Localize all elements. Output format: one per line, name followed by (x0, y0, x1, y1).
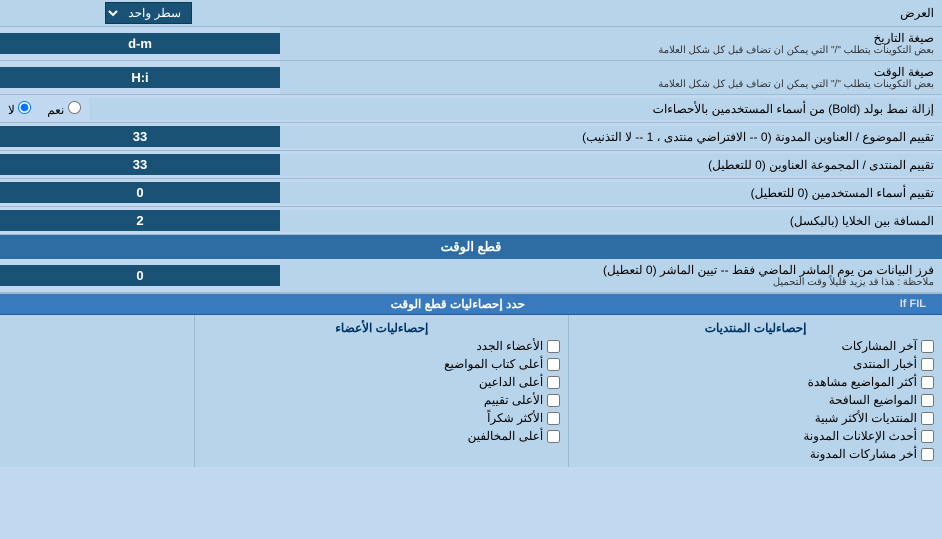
stats-members-check-1[interactable] (547, 358, 560, 371)
bold-remove-options: نعم لا (0, 98, 89, 120)
stats-posts-check-6[interactable] (921, 448, 934, 461)
stats-members-item-4: الأكثر شكراً (203, 409, 560, 427)
stats-members-item-5: أعلى المخالفين (203, 427, 560, 445)
stats-posts-check-5[interactable] (921, 430, 934, 443)
stats-members-label-1: أعلى كتاب المواضيع (444, 357, 543, 371)
bold-yes-label: نعم (47, 101, 80, 117)
stats-members-item-2: أعلى الداعين (203, 373, 560, 391)
realtime-filter-title: فرز البيانات من يوم الماشر الماضي فقط --… (288, 263, 934, 277)
realtime-filter-row: فرز البيانات من يوم الماشر الماضي فقط --… (0, 259, 942, 293)
stats-posts-col: إحصاءليات المنتديات آخر المشاركات أخبار … (569, 315, 942, 467)
realtime-header: قطع الوقت (0, 235, 942, 259)
forum-order-label: تقييم المنتدى / المجموعة العناوين (0 للت… (280, 154, 942, 176)
stats-content: إحصاءليات المنتديات آخر المشاركات أخبار … (0, 315, 942, 467)
stats-members-check-0[interactable] (547, 340, 560, 353)
stats-define-header: If FIL حدد إحصاءليات قطع الوقت (0, 294, 942, 315)
stats-members-label-0: الأعضاء الجدد (476, 339, 543, 353)
time-format-value: H:i (0, 67, 280, 88)
date-format-sublabel: بعض التكوينات يتطلب "/" التي يمكن ان تضا… (288, 45, 934, 56)
stats-members-item-1: أعلى كتاب المواضيع (203, 355, 560, 373)
stats-posts-label-3: المواضيع السافحة (829, 393, 917, 407)
cell-space-row: المسافة بين الخلايا (بالبكسل) 2 (0, 207, 942, 235)
stats-posts-check-4[interactable] (921, 412, 934, 425)
forum-order-row: تقييم المنتدى / المجموعة العناوين (0 للت… (0, 151, 942, 179)
topic-order-value: 33 (0, 126, 280, 147)
stats-posts-item-1: أخبار المنتدى (577, 355, 934, 373)
stats-posts-item-6: أخر مشاركات المدونة (577, 445, 934, 463)
stats-posts-item-3: المواضيع السافحة (577, 391, 934, 409)
stats-posts-item-2: أكثر المواضيع مشاهدة (577, 373, 934, 391)
stats-members-check-4[interactable] (547, 412, 560, 425)
bold-remove-row: إزالة نمط بولد (Bold) من أسماء المستخدمي… (0, 95, 942, 123)
stats-members-label-3: الأعلى تقييم (484, 393, 543, 407)
bold-remove-label: إزالة نمط بولد (Bold) من أسماء المستخدمي… (89, 98, 942, 120)
bold-yes-radio[interactable] (68, 101, 81, 114)
view-select[interactable]: سطر واحد (105, 2, 192, 24)
date-format-label: صيغة التاريخ بعض التكوينات يتطلب "/" الت… (280, 27, 942, 60)
stats-posts-check-3[interactable] (921, 394, 934, 407)
cell-space-label: المسافة بين الخلايا (بالبكسل) (280, 210, 942, 232)
bold-no-label: لا (8, 101, 31, 117)
stats-define-left: If FIL (900, 298, 926, 310)
stats-members-check-3[interactable] (547, 394, 560, 407)
stats-section: If FIL حدد إحصاءليات قطع الوقت إحصاءليات… (0, 293, 942, 467)
cell-space-value: 2 (0, 210, 280, 231)
topic-order-label: تقييم الموضوع / العناوين المدونة (0 -- ا… (280, 126, 942, 148)
forum-order-value: 33 (0, 154, 280, 175)
realtime-filter-value: 0 (0, 265, 280, 286)
users-order-label: تقييم أسماء المستخدمين (0 للتعطيل) (280, 182, 942, 204)
stats-members-label-5: أعلى المخالفين (468, 429, 544, 443)
stats-posts-check-2[interactable] (921, 376, 934, 389)
stats-members-header: إحصاءليات الأعضاء (203, 319, 560, 337)
time-format-sublabel: بعض التكوينات يتطلب "/" التي يمكن ان تضا… (288, 79, 934, 90)
stats-posts-label-2: أكثر المواضيع مشاهدة (808, 375, 917, 389)
stats-posts-item-4: المنتديات الأكثر شبية (577, 409, 934, 427)
bold-no-radio[interactable] (18, 101, 31, 114)
topic-order-row: تقييم الموضوع / العناوين المدونة (0 -- ا… (0, 123, 942, 151)
stats-posts-label-4: المنتديات الأكثر شبية (815, 411, 917, 425)
stats-members-check-2[interactable] (547, 376, 560, 389)
stats-posts-item-5: أحدث الإعلانات المدونة (577, 427, 934, 445)
stats-define-label: حدد إحصاءليات قطع الوقت (391, 297, 525, 311)
stats-posts-label-0: آخر المشاركات (842, 339, 917, 353)
main-container: العرض سطر واحد صيغة التاريخ بعض التكوينا… (0, 0, 942, 467)
stats-posts-item-0: آخر المشاركات (577, 337, 934, 355)
time-format-row: صيغة الوقت بعض التكوينات يتطلب "/" التي … (0, 61, 942, 95)
header-label: العرض (200, 3, 942, 23)
stats-posts-header: إحصاءليات المنتديات (577, 319, 934, 337)
stats-posts-check-0[interactable] (921, 340, 934, 353)
date-format-row: صيغة التاريخ بعض التكوينات يتطلب "/" الت… (0, 27, 942, 61)
stats-members-label-4: الأكثر شكراً (487, 411, 543, 425)
stats-posts-label-1: أخبار المنتدى (853, 357, 917, 371)
time-format-title: صيغة الوقت (288, 65, 934, 79)
realtime-filter-sublabel: ملاحظة : هذا قد يزيد قليلاً وقت التحميل (288, 277, 934, 288)
stats-posts-label-5: أحدث الإعلانات المدونة (803, 429, 917, 443)
stats-members-label-2: أعلى الداعين (479, 375, 543, 389)
stats-members-item-0: الأعضاء الجدد (203, 337, 560, 355)
date-format-title: صيغة التاريخ (288, 31, 934, 45)
users-order-row: تقييم أسماء المستخدمين (0 للتعطيل) 0 (0, 179, 942, 207)
stats-members-check-5[interactable] (547, 430, 560, 443)
date-format-value: d-m (0, 33, 280, 54)
users-order-value: 0 (0, 182, 280, 203)
realtime-filter-label: فرز البيانات من يوم الماشر الماضي فقط --… (280, 259, 942, 292)
stats-empty-col (0, 315, 195, 467)
stats-members-col: إحصاءليات الأعضاء الأعضاء الجدد أعلى كتا… (195, 315, 569, 467)
header-row: العرض سطر واحد (0, 0, 942, 27)
stats-members-item-3: الأعلى تقييم (203, 391, 560, 409)
time-format-label: صيغة الوقت بعض التكوينات يتطلب "/" التي … (280, 61, 942, 94)
stats-posts-label-6: أخر مشاركات المدونة (810, 447, 917, 461)
stats-posts-check-1[interactable] (921, 358, 934, 371)
